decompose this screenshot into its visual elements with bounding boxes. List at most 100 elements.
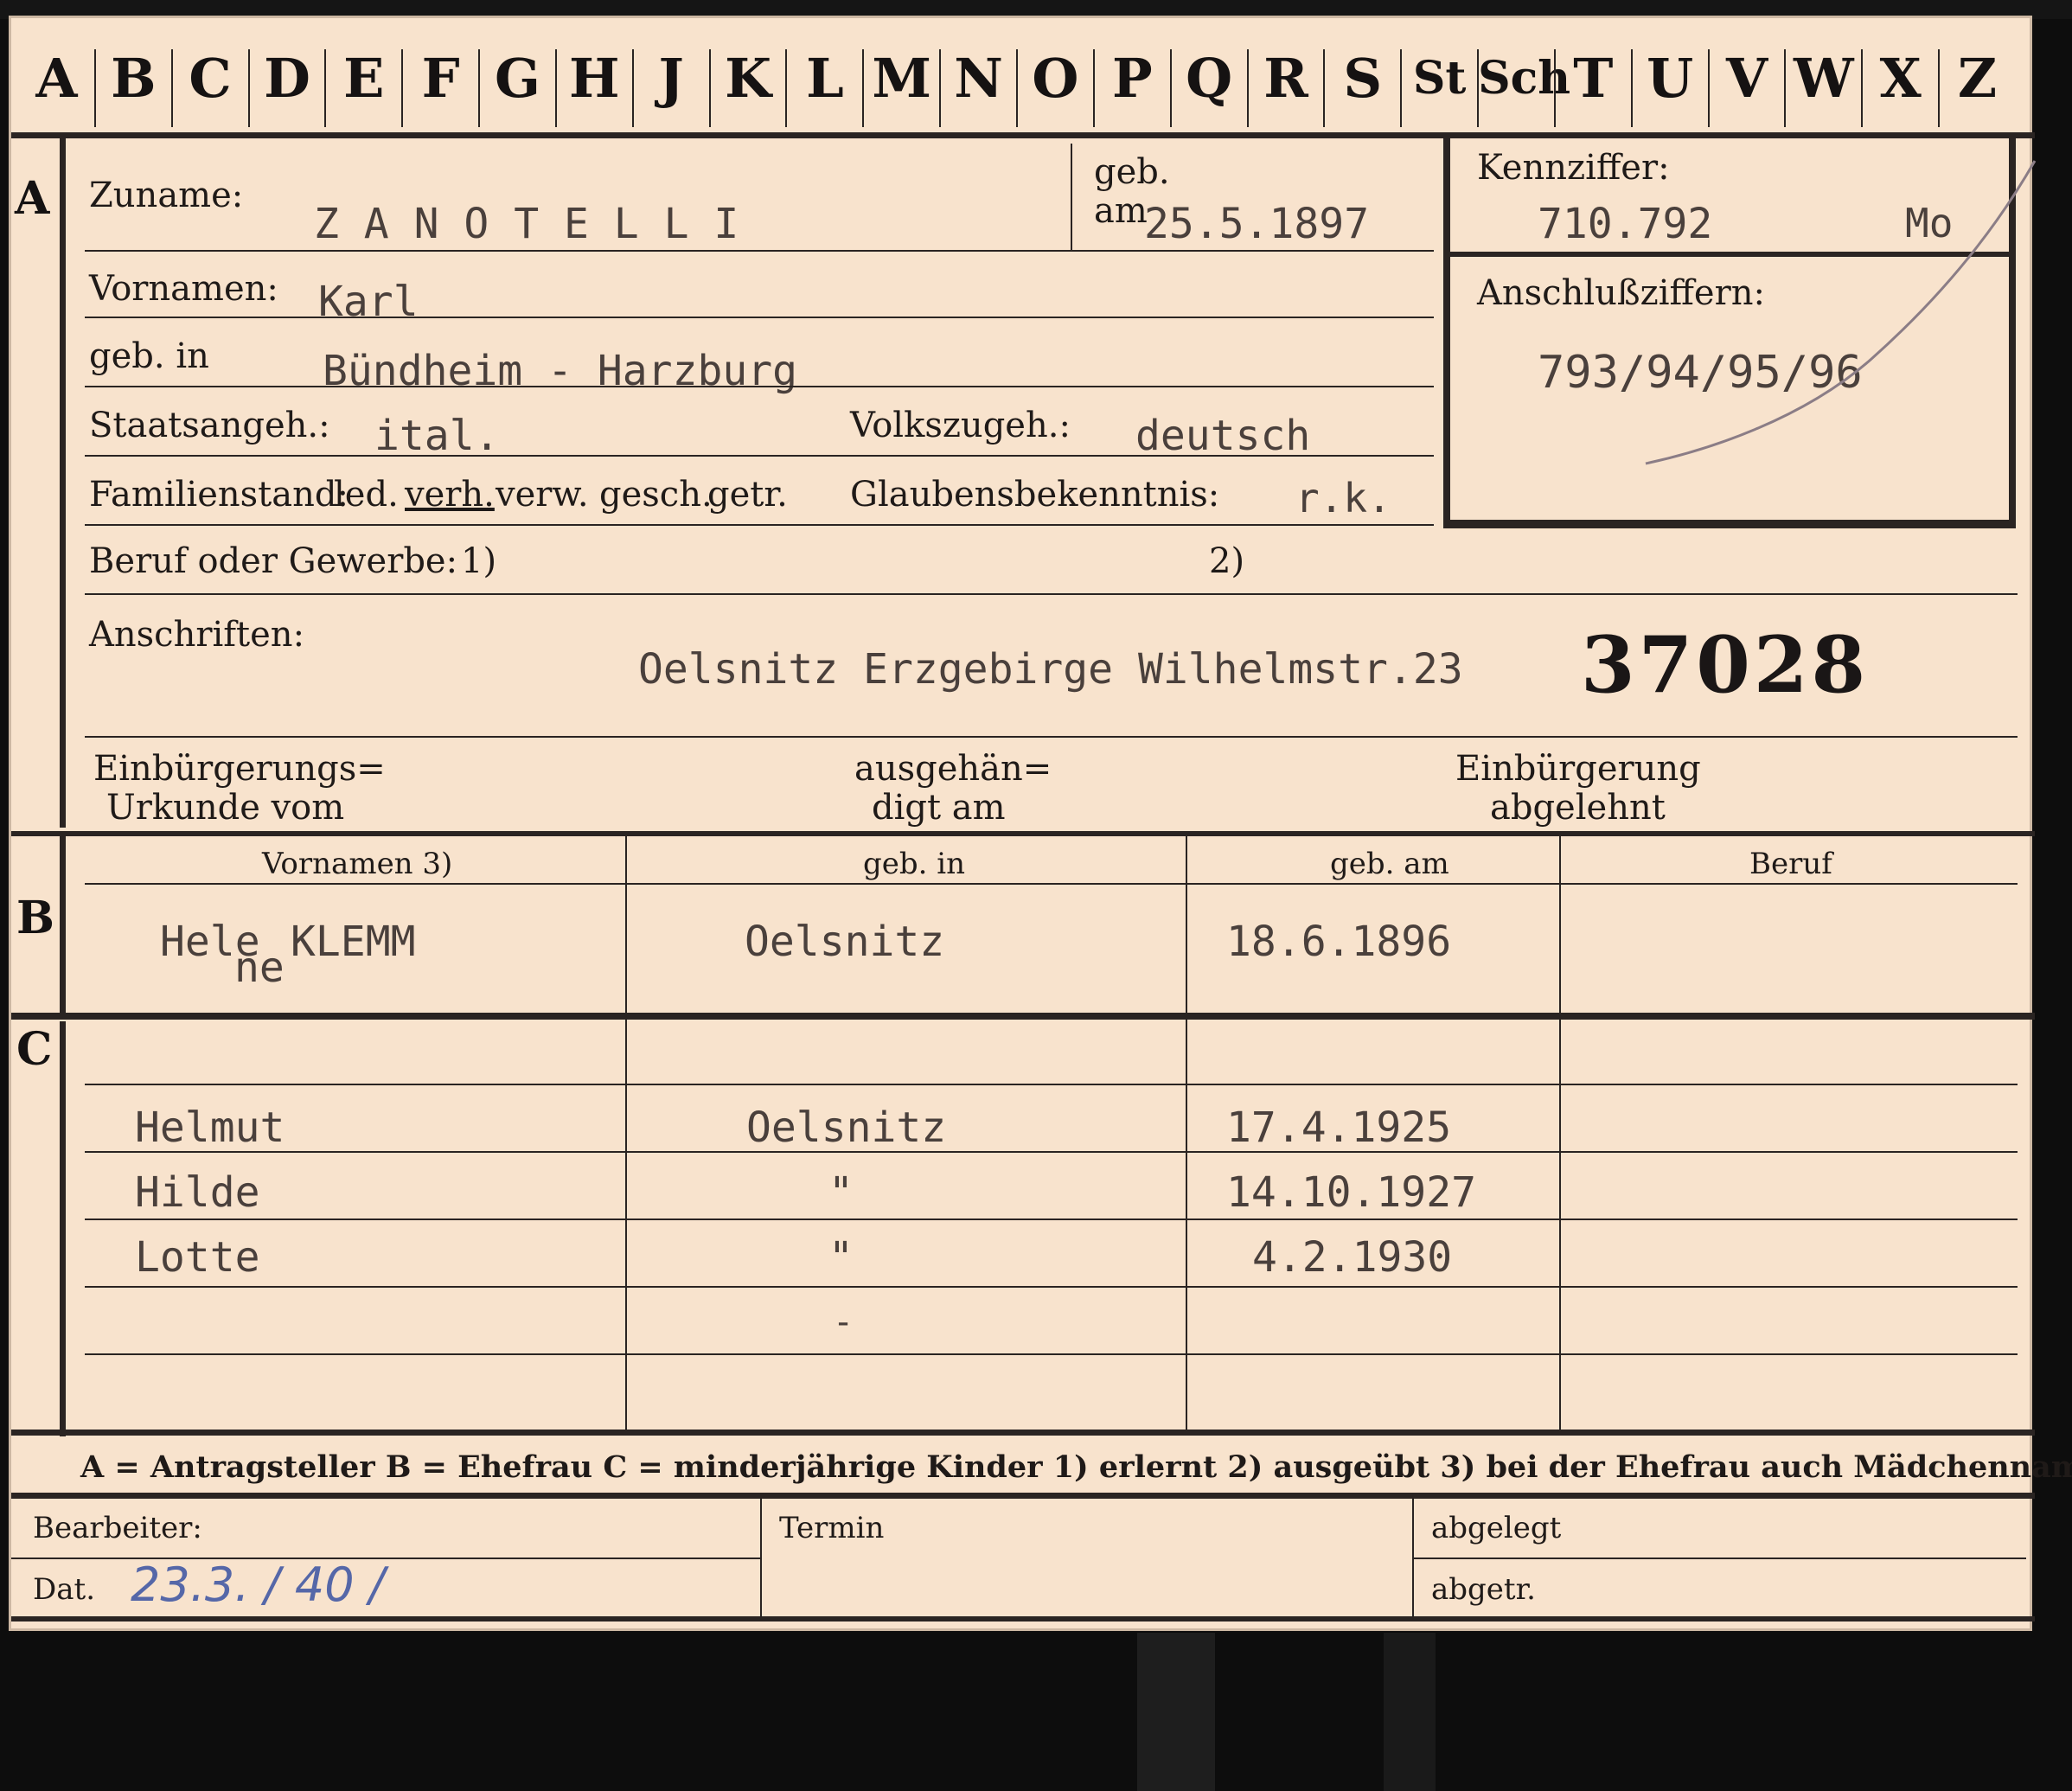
row-rule [85,1353,2018,1355]
letter-separator [554,49,557,127]
index-letter-tab[interactable]: W [1785,35,1862,122]
born-in-value: Bündheim - Harzburg [323,347,798,395]
col-rule [1186,836,1187,1018]
registration-card: A B C D E F G H J K L M N O P Q R S St Sch T U V W X Z A B C Zuna… [9,16,2072,1631]
date-value: 23.3. / 40 / [131,1558,385,1612]
index-letter-tab[interactable]: S [1324,35,1401,122]
index-letter-tab[interactable]: R [1248,35,1325,122]
col-rule [625,1020,627,1435]
index-letter-tab[interactable]: V [1709,35,1786,122]
letter-separator [1938,49,1941,127]
letter-separator [1861,49,1864,127]
handed-over-label-1: ausgehän= [854,749,1052,789]
index-letter-tab[interactable]: D [249,35,326,122]
letter-separator [93,49,96,127]
deadline-label: Termin [779,1511,885,1545]
index-letter-tab[interactable]: K [710,35,787,122]
index-letter-tab[interactable]: G [479,35,556,122]
occupation-note-practiced: 2) [1209,541,1245,581]
scan-artifact [1137,1633,1215,1791]
index-letter-tab[interactable]: H [556,35,633,122]
section-marker-b: B [16,892,54,944]
occupation-note-learned: 1) [461,541,497,581]
index-letter-tab[interactable]: E [325,35,402,122]
child-born-on: 17.4.1925 [1226,1103,1452,1152]
marital-option-divorced: gesch. [599,475,713,515]
index-letter-tab[interactable]: O [1017,35,1094,122]
index-letter-tab[interactable]: L [786,35,863,122]
marital-option-widowed: verw. [496,475,589,515]
section-a-left-rule [60,138,66,828]
marital-status-label: Familienstand: [89,475,349,515]
col-rule [1186,1020,1187,1435]
letter-separator [631,49,634,127]
letter-separator [708,49,711,127]
index-letter-tab[interactable]: N [940,35,1017,122]
index-letter-tab[interactable]: Z [1939,35,2016,122]
index-letter-tab[interactable]: C [172,35,249,122]
letter-separator [785,49,788,127]
address-label: Anschriften: [89,615,305,655]
row-rule [85,593,2018,595]
child-name: Lotte [135,1233,260,1282]
row-rule [85,1286,2018,1288]
letter-separator [1400,49,1403,127]
header-born-in: geb. in [863,847,966,881]
child-born-on: 14.10.1927 [1226,1168,1476,1217]
wife-maiden-name: KLEMM [291,918,416,966]
letter-separator [1246,49,1249,127]
child-born-in: " [828,1168,854,1217]
born-on-label-2: am [1094,191,1148,231]
letter-separator [324,49,327,127]
occupation-label: Beruf oder Gewerbe: [89,541,458,581]
born-on-divider [1071,144,1072,252]
index-letter-tab[interactable]: F [402,35,479,122]
row-rule [85,250,1434,252]
col-rule [625,836,627,1018]
section-c-top-rule [11,1013,2035,1020]
index-letter-tab[interactable]: St [1401,35,1478,122]
letter-separator [478,49,481,127]
index-letter-tab[interactable]: T [1555,35,1632,122]
index-letter-tab[interactable]: B [95,35,172,122]
marital-option-married: verh. [405,475,495,515]
naturalization-cert-label-2: Urkunde vom [106,788,345,828]
naturalization-cert-label-1: Einbürgerungs= [93,749,386,789]
index-letter-tab[interactable]: P [1094,35,1171,122]
letter-separator [247,49,250,127]
col-rule [1559,1020,1561,1435]
child-born-in: Oelsnitz [746,1103,947,1152]
letter-separator [401,49,404,127]
header-first-names: Vornamen 3) [262,847,453,881]
section-b-left-rule [60,836,66,1018]
row-rule [11,1558,760,1559]
row-rule [85,1084,2018,1085]
index-letter-tab[interactable]: A [18,35,95,122]
child-born-in: " [828,1233,854,1282]
citizenship-label: Staatsangeh.: [89,406,330,445]
born-in-label: geb. in [89,336,209,376]
row-rule [85,317,1434,318]
index-letter-tab[interactable]: Q [1171,35,1248,122]
child-born-on: 4.2.1930 [1252,1233,1453,1282]
letter-separator [1784,49,1787,127]
row-rule [85,1151,2018,1153]
index-letter-tab[interactable]: X [1862,35,1939,122]
rejected-label-1: Einbürgerung [1455,749,1701,789]
row-rule [85,455,1434,457]
pencil-mark [1645,160,2037,465]
filed-label: abgelegt [1431,1511,1562,1545]
letter-separator [1630,49,1633,127]
letter-separator [1016,49,1018,127]
index-letter-tab[interactable]: U [1632,35,1709,122]
disposed-label: abgetr. [1431,1572,1536,1607]
letter-separator [1323,49,1326,127]
index-letter-tab[interactable]: M [863,35,940,122]
index-letter-tab[interactable]: Sch [1478,35,1570,122]
index-letter-tab[interactable]: J [633,35,710,122]
legend-top-rule [11,1430,2035,1436]
row-rule [85,524,1434,526]
address-number: 37028 [1581,619,1870,711]
row-rule [1412,1558,2026,1559]
wife-born-on: 18.6.1896 [1226,918,1452,966]
